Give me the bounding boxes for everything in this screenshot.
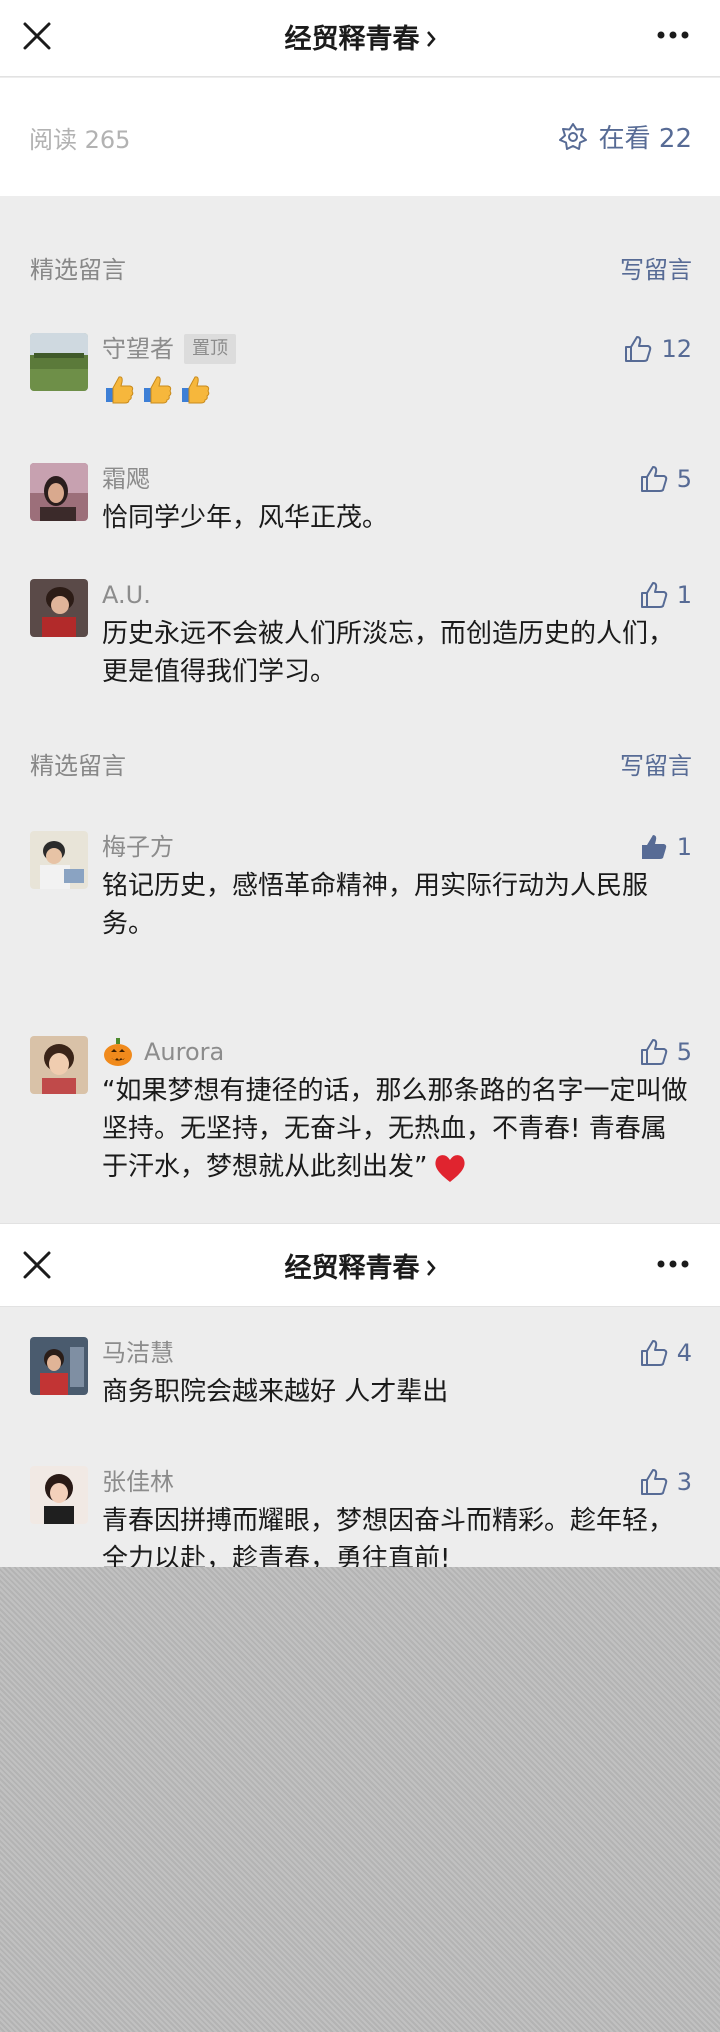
watching-button[interactable]: 在看 22 — [557, 118, 692, 155]
top-navbar: 经贸释青春 — [0, 0, 720, 77]
comment-item: 霜飔 恰同学少年，风华正茂。 5 — [30, 463, 692, 543]
avatar — [30, 831, 88, 889]
featured-comments-label: 精选留言 — [30, 752, 126, 780]
comment-item: 张佳林 青春因拼搏而耀眼，梦想因奋斗而精彩。趁年轻，全力以赴，趁青春，勇往直前!… — [30, 1466, 692, 1567]
like-count: 5 — [676, 465, 692, 493]
thumbs-up-icon — [640, 1039, 667, 1065]
write-comment-link[interactable]: 写留言 — [620, 250, 692, 285]
like-count: 1 — [676, 581, 692, 609]
like-count: 1 — [676, 833, 692, 861]
second-navbar: 经贸释青春 — [0, 1223, 720, 1307]
thumbs-up-icon — [640, 1340, 667, 1366]
featured-comments-header: 精选留言 写留言 — [30, 746, 692, 781]
like-count: 12 — [661, 335, 692, 363]
comment-item: Aurora “如果梦想有捷径的话，那么那条路的名字一定叫做坚持。无坚持，无奋斗… — [30, 1036, 692, 1196]
comment-text: “如果梦想有捷径的话，那么那条路的名字一定叫做坚持。无坚持，无奋斗，无热血，不青… — [102, 1072, 692, 1186]
article-title-link[interactable]: 经贸释青春 — [0, 17, 720, 56]
thumbs-up-emoji-icon — [182, 375, 210, 403]
thumbs-up-emoji-icon — [144, 375, 172, 403]
navbar-title: 经贸释青春 — [284, 24, 420, 55]
blank-gray-area — [0, 1567, 720, 2032]
thumbs-up-icon — [640, 582, 667, 608]
wow-icon — [558, 122, 587, 150]
like-count: 3 — [676, 1468, 692, 1496]
avatar — [30, 1466, 88, 1524]
thumbs-up-icon — [640, 466, 667, 492]
comment-text: 商务职院会越来越好 人才辈出 — [102, 1377, 449, 1407]
like-count: 4 — [676, 1339, 692, 1367]
like-button[interactable]: 5 — [639, 1036, 692, 1068]
featured-comments-label: 精选留言 — [30, 256, 126, 284]
second-comments-region: 马洁慧 商务职院会越来越好 人才辈出 4 张佳林 青春因拼搏而耀眼，梦想因奋斗而… — [0, 1307, 720, 1567]
comment-text — [102, 369, 692, 407]
avatar — [30, 1036, 88, 1094]
comment-author: 守望者 — [102, 335, 174, 363]
avatar — [30, 333, 88, 391]
pinned-badge: 置顶 — [184, 334, 236, 364]
read-stats-bar: 阅读 265 在看 22 — [0, 78, 720, 196]
comment-author: A.U. — [102, 581, 151, 609]
like-button[interactable]: 4 — [639, 1337, 692, 1369]
article-title-link[interactable]: 经贸释青春 — [0, 1246, 720, 1285]
comment-author: Aurora — [144, 1038, 225, 1066]
thumbs-up-icon — [625, 336, 652, 362]
comment-text: 恰同学少年，风华正茂。 — [102, 503, 389, 533]
avatar — [30, 1337, 88, 1395]
featured-comments-header: 精选留言 写留言 — [30, 250, 692, 285]
read-count: 阅读 265 — [29, 126, 131, 154]
avatar — [30, 579, 88, 637]
comment-author: 梅子方 — [102, 833, 174, 861]
comment-text: 历史永远不会被人们所淡忘，而创造历史的人们，更是值得我们学习。 — [102, 619, 675, 687]
like-button[interactable]: 5 — [639, 463, 692, 495]
watching-count: 在看 22 — [598, 124, 692, 154]
comment-item: A.U. 历史永远不会被人们所淡忘，而创造历史的人们，更是值得我们学习。 1 — [30, 579, 692, 689]
comment-text: 铭记历史，感悟革命精神，用实际行动为人民服务。 — [102, 871, 649, 939]
like-button[interactable]: 1 — [639, 579, 692, 611]
like-count: 5 — [676, 1038, 692, 1066]
chevron-right-icon — [426, 1260, 436, 1276]
comment-item: 马洁慧 商务职院会越来越好 人才辈出 4 — [30, 1337, 692, 1417]
like-button[interactable]: 3 — [639, 1466, 692, 1498]
comment-text-body: “如果梦想有捷径的话，那么那条路的名字一定叫做坚持。无坚持，无奋斗，无热血，不青… — [102, 1076, 688, 1182]
comment-text: 青春因拼搏而耀眼，梦想因奋斗而精彩。趁年轻，全力以赴，趁青春，勇往直前! — [102, 1506, 675, 1567]
thumbs-up-emoji-icon — [106, 375, 134, 403]
more-icon[interactable] — [656, 1259, 690, 1269]
navbar-title: 经贸释青春 — [284, 1253, 420, 1284]
thumbs-up-icon — [640, 1469, 667, 1495]
comment-author: 马洁慧 — [102, 1339, 174, 1367]
comment-author: 张佳林 — [102, 1468, 174, 1496]
like-button[interactable]: 1 — [639, 831, 692, 863]
red-heart-emoji-icon — [435, 1154, 466, 1182]
thumbs-up-filled-icon — [641, 835, 666, 859]
like-button[interactable]: 12 — [623, 333, 692, 365]
comment-item: 守望者 置顶 12 — [30, 333, 692, 413]
more-icon[interactable] — [656, 30, 690, 40]
chevron-right-icon — [426, 31, 436, 47]
pumpkin-emoji-icon — [104, 1038, 132, 1066]
comment-item: 梅子方 铭记历史，感悟革命精神，用实际行动为人民服务。 1 — [30, 831, 692, 941]
comment-author: 霜飔 — [102, 465, 150, 493]
avatar — [30, 463, 88, 521]
write-comment-link[interactable]: 写留言 — [620, 746, 692, 781]
